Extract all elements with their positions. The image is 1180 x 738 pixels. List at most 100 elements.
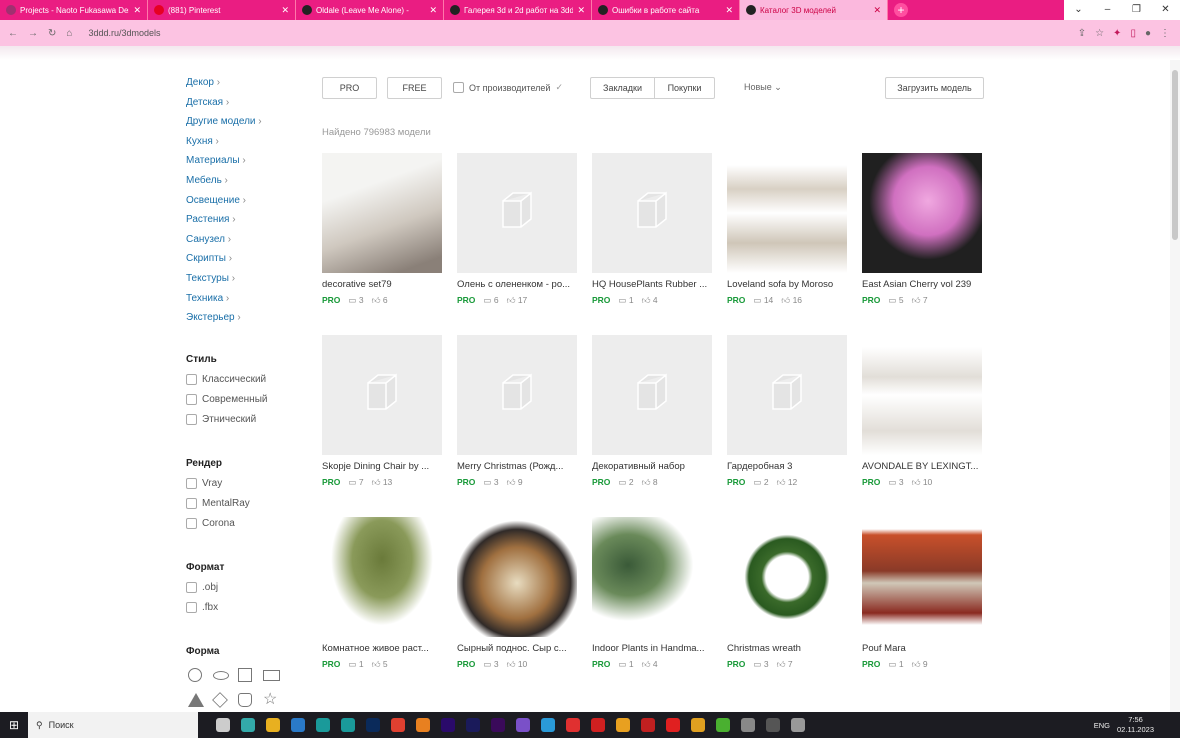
model-title[interactable]: Гардеробная 3 (727, 461, 847, 472)
likes-count[interactable]: 👍︎ 9 (507, 477, 523, 488)
model-thumbnail[interactable] (727, 335, 847, 455)
taskbar-app-icon[interactable] (465, 718, 480, 732)
model-card[interactable]: Декоративный набор PRO ▭ 2 👍︎ 8 (592, 335, 712, 488)
close-tab-icon[interactable]: ✕ (577, 5, 585, 16)
taskbar-app-icon[interactable] (365, 718, 380, 732)
taskbar-app-icon[interactable] (415, 718, 430, 732)
category-link[interactable]: Детская (186, 97, 229, 108)
likes-count[interactable]: 👍︎ 6 (372, 295, 388, 306)
model-thumbnail[interactable] (592, 153, 712, 273)
manufacturers-checkbox[interactable]: От производителей ✓ (453, 82, 563, 93)
model-title[interactable]: AVONDALE BY LEXINGT... (862, 461, 982, 472)
model-thumbnail[interactable] (457, 517, 577, 637)
minimize-button[interactable]: – (1093, 0, 1122, 20)
shape-circle-icon[interactable] (188, 668, 202, 682)
shape-pentagon-icon[interactable] (238, 693, 252, 707)
model-thumbnail[interactable] (592, 517, 712, 637)
forward-icon[interactable]: → (28, 28, 38, 39)
close-tab-icon[interactable]: ✕ (725, 5, 733, 16)
model-title[interactable]: Декоративный набор (592, 461, 712, 472)
back-icon[interactable]: ← (8, 28, 18, 39)
taskbar-app-icon[interactable] (490, 718, 505, 732)
likes-count[interactable]: 👍︎ 10 (507, 659, 528, 670)
taskbar-app-icon[interactable] (240, 718, 255, 732)
checkbox-box[interactable] (186, 413, 197, 425)
likes-count[interactable]: 👍︎ 4 (642, 295, 658, 306)
checkbox-box[interactable] (186, 517, 197, 529)
likes-count[interactable]: 👍︎ 16 (781, 295, 802, 306)
category-link[interactable]: Экстерьер (186, 312, 241, 323)
checkbox-box[interactable] (186, 582, 197, 593)
tab-search-button[interactable]: ⌄ (1064, 0, 1093, 20)
likes-count[interactable]: 👍︎ 4 (642, 659, 658, 670)
taskbar-app-icon[interactable] (740, 718, 755, 732)
model-thumbnail[interactable] (457, 335, 577, 455)
browser-tab[interactable]: Projects - Naoto Fukasawa Desi ✕ (0, 0, 148, 20)
model-card[interactable]: Loveland sofa by Moroso PRO ▭ 14 👍︎ 16 (727, 153, 847, 306)
model-thumbnail[interactable] (727, 153, 847, 273)
model-thumbnail[interactable] (862, 335, 982, 455)
model-title[interactable]: Pouf Mara (862, 643, 982, 654)
scrollbar[interactable] (1170, 60, 1180, 712)
taskbar-app-icon[interactable] (790, 718, 805, 732)
taskbar-app-icon[interactable] (215, 718, 230, 732)
model-thumbnail[interactable] (322, 517, 442, 637)
category-link[interactable]: Другие модели (186, 116, 262, 127)
likes-count[interactable]: 👍︎ 8 (642, 477, 658, 488)
likes-count[interactable]: 👍︎ 13 (372, 477, 393, 488)
model-card[interactable]: HQ HousePlants Rubber ... PRO ▭ 1 👍︎ 4 (592, 153, 712, 306)
home-icon[interactable]: ⌂ (66, 28, 72, 39)
checkbox-box[interactable] (186, 393, 197, 405)
free-filter-button[interactable]: FREE (387, 77, 442, 99)
model-card[interactable]: Pouf Mara PRO ▭ 1 👍︎ 9 (862, 517, 982, 670)
taskbar-app-icon[interactable] (565, 718, 580, 732)
shape-triangle-icon[interactable] (188, 693, 204, 707)
model-card[interactable]: AVONDALE BY LEXINGT... PRO ▭ 3 👍︎ 10 (862, 335, 982, 488)
browser-tab[interactable]: Ошибки в работе сайта ✕ (592, 0, 740, 20)
browser-tab[interactable]: (881) Pinterest ✕ (148, 0, 296, 20)
model-thumbnail[interactable] (322, 335, 442, 455)
shape-ellipse-icon[interactable] (213, 671, 229, 680)
taskbar-app-icon[interactable] (640, 718, 655, 732)
filter-checkbox[interactable]: Современный (186, 393, 267, 405)
checkbox-box[interactable] (186, 478, 197, 489)
taskbar-app-icon[interactable] (290, 718, 305, 732)
taskbar-app-icon[interactable] (340, 718, 355, 732)
reload-icon[interactable]: ↻ (48, 28, 56, 39)
checkbox-box[interactable] (186, 497, 197, 509)
model-thumbnail[interactable] (727, 517, 847, 637)
model-thumbnail[interactable] (862, 153, 982, 273)
close-tab-icon[interactable]: ✕ (133, 5, 141, 16)
scrollbar-thumb[interactable] (1172, 70, 1178, 240)
shape-star-icon[interactable]: ☆ (263, 692, 277, 708)
model-title[interactable]: Christmas wreath (727, 643, 847, 654)
filter-checkbox[interactable]: .obj (186, 582, 218, 593)
model-card[interactable]: Skopje Dining Chair by ... PRO ▭ 7 👍︎ 13 (322, 335, 442, 488)
model-card[interactable]: Merry Christmas (Рожд... PRO ▭ 3 👍︎ 9 (457, 335, 577, 488)
taskbar-app-icon[interactable] (440, 718, 455, 732)
share-icon[interactable]: ⇪ (1078, 28, 1086, 39)
likes-count[interactable]: 👍︎ 17 (507, 295, 528, 306)
taskbar-app-icon[interactable] (615, 718, 630, 732)
maximize-button[interactable]: ❐ (1122, 0, 1151, 20)
model-title[interactable]: Merry Christmas (Рожд... (457, 461, 577, 472)
model-title[interactable]: decorative set79 (322, 279, 442, 290)
pro-filter-button[interactable]: PRO (322, 77, 377, 99)
category-link[interactable]: Кухня (186, 136, 219, 147)
likes-count[interactable]: 👍︎ 10 (912, 477, 933, 488)
checkbox-box[interactable] (186, 374, 197, 385)
bookmarks-button[interactable]: Закладки (590, 77, 655, 99)
category-link[interactable]: Материалы (186, 155, 246, 166)
model-card[interactable]: Indoor Plants in Handma... PRO ▭ 1 👍︎ 4 (592, 517, 712, 670)
model-card[interactable]: Гардеробная 3 PRO ▭ 2 👍︎ 12 (727, 335, 847, 488)
close-tab-icon[interactable]: ✕ (429, 5, 437, 16)
category-link[interactable]: Декор (186, 77, 220, 88)
close-tab-icon[interactable]: ✕ (281, 5, 289, 16)
taskbar-app-icon[interactable] (690, 718, 705, 732)
filter-checkbox[interactable]: Этнический (186, 413, 256, 425)
model-card[interactable]: Комнатное живое раст... PRO ▭ 1 👍︎ 5 (322, 517, 442, 670)
category-link[interactable]: Санузел (186, 234, 231, 245)
filter-checkbox[interactable]: MentalRay (186, 497, 250, 509)
browser-tab[interactable]: Галерея 3d и 2d работ на 3ddd ✕ (444, 0, 592, 20)
sidebar-icon[interactable]: ▯ (1130, 28, 1136, 39)
